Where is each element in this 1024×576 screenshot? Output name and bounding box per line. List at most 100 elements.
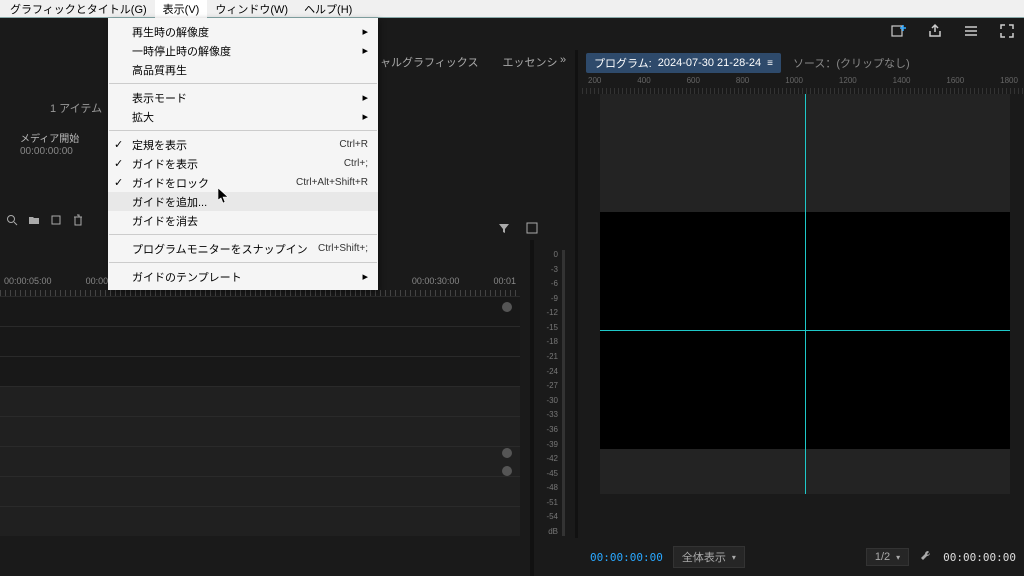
track-handle[interactable] bbox=[502, 302, 512, 312]
fullscreen-icon[interactable] bbox=[998, 22, 1016, 40]
track-handle[interactable] bbox=[502, 466, 512, 476]
meter-label: -6 bbox=[542, 279, 558, 288]
check-icon: ✓ bbox=[114, 176, 123, 189]
menu-separator bbox=[109, 262, 377, 263]
ruler-label: 1000 bbox=[785, 76, 803, 85]
meter-label: -54 bbox=[542, 512, 558, 521]
shortcut-label: Ctrl+; bbox=[344, 158, 368, 169]
shortcut-label: Ctrl+Shift+; bbox=[318, 243, 368, 254]
chevron-down-icon: ▾ bbox=[896, 553, 900, 562]
ruler-label: 200 bbox=[588, 76, 601, 85]
meter-label: -48 bbox=[542, 483, 558, 492]
meter-label: -9 bbox=[542, 294, 558, 303]
meter-label: -24 bbox=[542, 367, 558, 376]
meter-label: -12 bbox=[542, 308, 558, 317]
filter-icon[interactable] bbox=[498, 222, 510, 237]
project-toolbar bbox=[6, 214, 84, 229]
more-tabs-icon[interactable]: » bbox=[560, 54, 566, 66]
column-media-start[interactable]: メディア開始 bbox=[20, 130, 79, 145]
ruler-label: 1600 bbox=[946, 76, 964, 85]
ruler-label: 1200 bbox=[839, 76, 857, 85]
shortcut-label: Ctrl+Alt+Shift+R bbox=[296, 177, 368, 188]
program-canvas[interactable] bbox=[600, 94, 1010, 494]
panel-divider[interactable] bbox=[530, 240, 534, 576]
menu-help[interactable]: ヘルプ(H) bbox=[296, 0, 360, 19]
meter-label: 0 bbox=[542, 250, 558, 259]
meter-label: -33 bbox=[542, 410, 558, 419]
trash-icon[interactable] bbox=[72, 214, 84, 229]
meter-label: -21 bbox=[542, 352, 558, 361]
ruler-label: 1800 bbox=[1000, 76, 1018, 85]
meter-label: -42 bbox=[542, 454, 558, 463]
zoom-dropdown[interactable]: 全体表示▾ bbox=[673, 546, 745, 568]
export-icon[interactable] bbox=[926, 22, 944, 40]
timeline-tracks[interactable] bbox=[0, 296, 520, 576]
menu-view[interactable]: 表示(V) bbox=[155, 0, 208, 19]
resolution-dropdown[interactable]: 1/2▾ bbox=[866, 548, 909, 566]
menu-magnification[interactable]: 拡大▸ bbox=[108, 107, 378, 126]
guide-vertical[interactable] bbox=[805, 94, 806, 494]
meter-label: -51 bbox=[542, 498, 558, 507]
panel-tabs-partial: ャルグラフィックス エッセンシ bbox=[380, 54, 557, 70]
check-icon: ✓ bbox=[114, 157, 123, 170]
menu-pause-resolution[interactable]: 一時停止時の解像度▸ bbox=[108, 41, 378, 60]
menu-window[interactable]: ウィンドウ(W) bbox=[207, 0, 296, 19]
guide-horizontal[interactable] bbox=[600, 330, 1010, 331]
label-icon[interactable] bbox=[50, 214, 62, 229]
tab-program-prefix: プログラム: bbox=[594, 55, 652, 71]
menu-show-guides[interactable]: ✓ガイドを表示Ctrl+; bbox=[108, 154, 378, 173]
submenu-arrow-icon: ▸ bbox=[362, 110, 368, 123]
meter-label: -15 bbox=[542, 323, 558, 332]
project-timecode: 00:00:00:00 bbox=[20, 146, 73, 157]
search-icon[interactable] bbox=[6, 214, 18, 229]
menu-separator bbox=[109, 234, 377, 235]
main-menubar: グラフィックとタイトル(G) 表示(V) ウィンドウ(W) ヘルプ(H) bbox=[0, 0, 1024, 18]
menu-add-guide[interactable]: ガイドを追加... bbox=[108, 192, 378, 211]
menu-high-quality-playback[interactable]: 高品質再生 bbox=[108, 60, 378, 79]
meter-label: dB bbox=[542, 527, 558, 536]
program-ruler[interactable]: 200 400 600 800 1000 1200 1400 1600 1800 bbox=[582, 76, 1024, 94]
menu-guide-templates[interactable]: ガイドのテンプレート▸ bbox=[108, 267, 378, 286]
menu-graphics[interactable]: グラフィックとタイトル(G) bbox=[2, 0, 155, 19]
zoom-value: 全体表示 bbox=[682, 549, 726, 565]
wrench-icon[interactable] bbox=[919, 549, 933, 566]
tab-source[interactable]: ソース：(クリップなし) bbox=[793, 55, 910, 71]
tab-program-name: 2024-07-30 21-28-24 bbox=[658, 57, 761, 69]
meter-label: -39 bbox=[542, 440, 558, 449]
meter-label: -30 bbox=[542, 396, 558, 405]
menu-clear-guides[interactable]: ガイドを消去 bbox=[108, 211, 378, 230]
panel-divider[interactable] bbox=[575, 50, 578, 538]
folder-icon[interactable] bbox=[28, 214, 40, 229]
menu-snap-program-monitor[interactable]: プログラムモニターをスナップインCtrl+Shift+; bbox=[108, 239, 378, 258]
list-icon[interactable] bbox=[962, 22, 980, 40]
duration-timecode[interactable]: 00:00:00:00 bbox=[943, 551, 1016, 564]
menu-separator bbox=[109, 83, 377, 84]
submenu-arrow-icon: ▸ bbox=[362, 25, 368, 38]
ruler-label: 600 bbox=[687, 76, 700, 85]
ruler-label: 00:00:30:00 bbox=[412, 276, 460, 286]
menu-show-rulers[interactable]: ✓定規を表示Ctrl+R bbox=[108, 135, 378, 154]
program-controls-bar: 00:00:00:00 全体表示▾ 1/2▾ 00:00:00:00 bbox=[582, 538, 1024, 576]
new-workspace-icon[interactable] bbox=[890, 22, 908, 40]
menu-lock-guides[interactable]: ✓ガイドをロックCtrl+Alt+Shift+R bbox=[108, 173, 378, 192]
ruler-label: 00:01 bbox=[493, 276, 516, 286]
workspace-icons bbox=[890, 22, 1016, 40]
tab-essential-graphics-partial[interactable]: ャルグラフィックス bbox=[380, 54, 478, 70]
meter-label: -3 bbox=[542, 265, 558, 274]
ruler-label: 800 bbox=[736, 76, 749, 85]
menu-display-mode[interactable]: 表示モード▸ bbox=[108, 88, 378, 107]
check-icon: ✓ bbox=[114, 138, 123, 151]
view-menu-dropdown: 再生時の解像度▸ 一時停止時の解像度▸ 高品質再生 表示モード▸ 拡大▸ ✓定規… bbox=[108, 18, 378, 290]
meter-label: -18 bbox=[542, 337, 558, 346]
track-handle[interactable] bbox=[502, 448, 512, 458]
tab-essential-partial[interactable]: エッセンシ bbox=[502, 54, 557, 70]
new-item-icon[interactable] bbox=[526, 222, 538, 237]
ruler-label: 00:00:05:00 bbox=[4, 276, 52, 286]
ruler-label: 400 bbox=[637, 76, 650, 85]
playhead-timecode[interactable]: 00:00:00:00 bbox=[590, 551, 663, 564]
meter-label: -45 bbox=[542, 469, 558, 478]
panel-menu-icon[interactable]: ≡ bbox=[767, 58, 773, 69]
menu-playback-resolution[interactable]: 再生時の解像度▸ bbox=[108, 22, 378, 41]
ruler-label: 1400 bbox=[893, 76, 911, 85]
tab-program-active[interactable]: プログラム: 2024-07-30 21-28-24 ≡ bbox=[586, 53, 781, 73]
